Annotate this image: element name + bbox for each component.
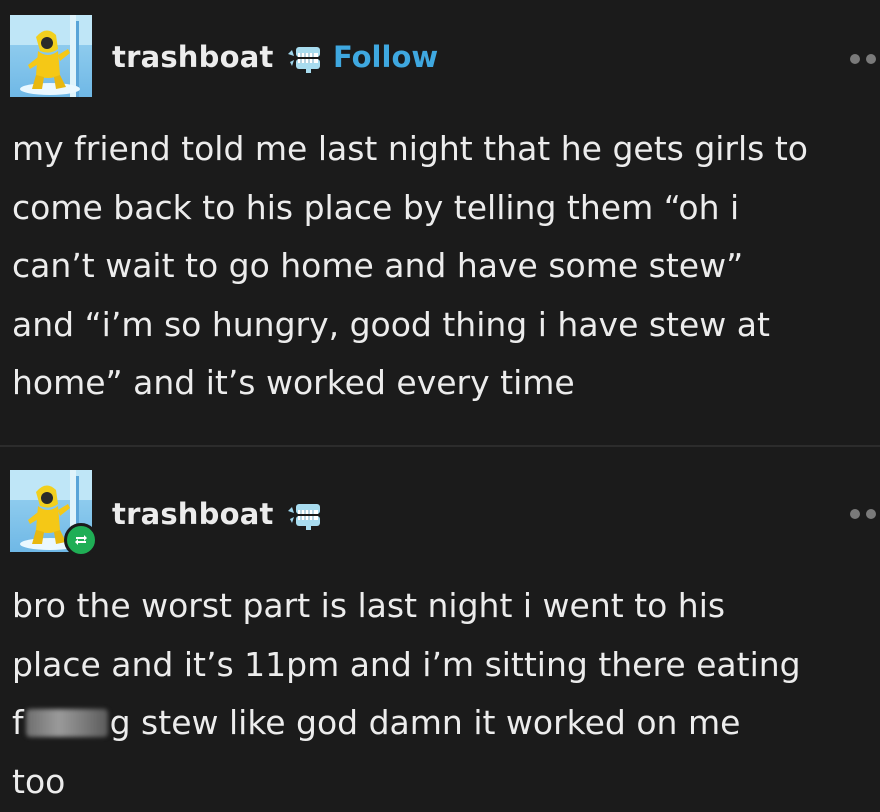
post-body-after-censor: g stew like god damn it worked on me too — [12, 703, 741, 801]
avatar[interactable] — [10, 15, 92, 97]
post-body: my friend told me last night that he get… — [12, 129, 808, 403]
username[interactable]: trashboat — [112, 40, 274, 74]
follow-button[interactable]: Follow — [333, 40, 438, 74]
post-reblog: trashboat bro the worst part is last nig… — [0, 447, 880, 812]
username[interactable]: trashboat — [112, 497, 274, 531]
reblog-icon — [64, 523, 98, 557]
more-options-icon[interactable] — [838, 52, 880, 66]
censored-word-blur — [25, 709, 108, 738]
post-body: bro the worst part is last night i went … — [12, 577, 878, 811]
chattering-teeth-icon — [286, 44, 322, 74]
chattering-teeth-icon — [286, 501, 322, 531]
more-options-icon[interactable] — [838, 507, 880, 521]
yellow-raincoat-character-avatar-icon — [10, 15, 92, 97]
avatar[interactable] — [10, 470, 98, 557]
post-original: trashboat Follow my friend told me last … — [0, 0, 880, 446]
